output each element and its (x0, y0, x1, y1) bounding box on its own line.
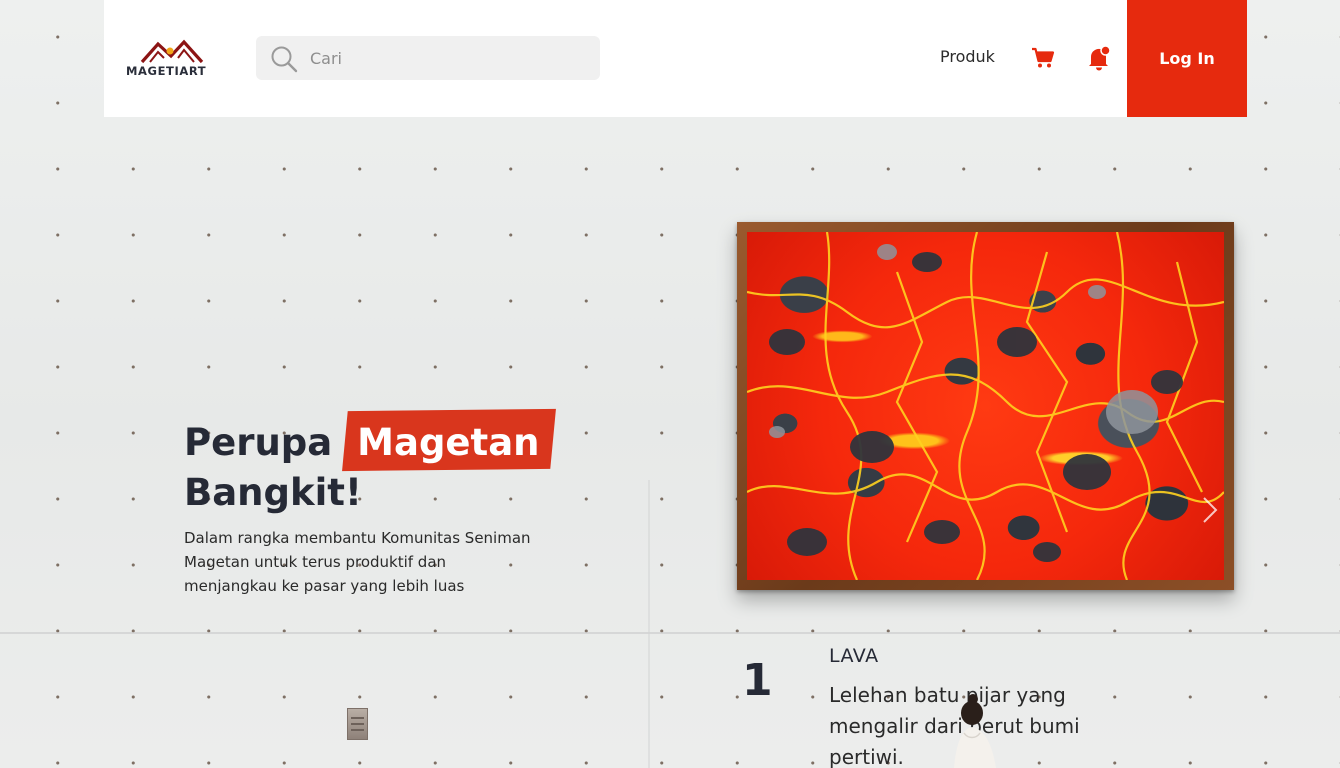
hero-title-word: Perupa (184, 421, 333, 464)
hero-title: Perupa Magetan Bangkit! (184, 418, 604, 518)
wall-seam (0, 632, 1340, 634)
artwork-frame[interactable] (737, 222, 1234, 590)
nav-link-produk[interactable]: Produk (940, 47, 995, 66)
wall-seam-vertical (648, 480, 650, 768)
carousel-slide-number: 1 (742, 655, 773, 706)
cart-icon[interactable] (1031, 47, 1055, 69)
visitor-figure (954, 694, 996, 768)
login-button[interactable]: Log In (1127, 0, 1247, 117)
lava-cracks (747, 232, 1224, 580)
top-navbar: MAGETIART Produk Log In (104, 0, 1247, 117)
search-bar[interactable] (256, 36, 600, 80)
carousel-next-button[interactable] (1196, 494, 1222, 526)
hero-description: Dalam rangka membantu Komunitas Seniman … (184, 529, 531, 595)
brand-logo[interactable]: MAGETIART (126, 38, 218, 80)
bell-icon[interactable] (1087, 45, 1111, 71)
search-input[interactable] (310, 36, 590, 80)
hero-title-highlight: Magetan (345, 418, 553, 468)
brand-name: MAGETIART (126, 64, 207, 78)
search-icon (271, 46, 298, 73)
wall-switch-plate (347, 708, 368, 740)
artwork-title: LAVA (829, 645, 879, 667)
artwork-image-lava (747, 232, 1224, 580)
logo-roof-icon (140, 39, 204, 64)
chevron-right-icon (1203, 497, 1218, 523)
hero-title-line2: Bangkit! (184, 471, 362, 514)
